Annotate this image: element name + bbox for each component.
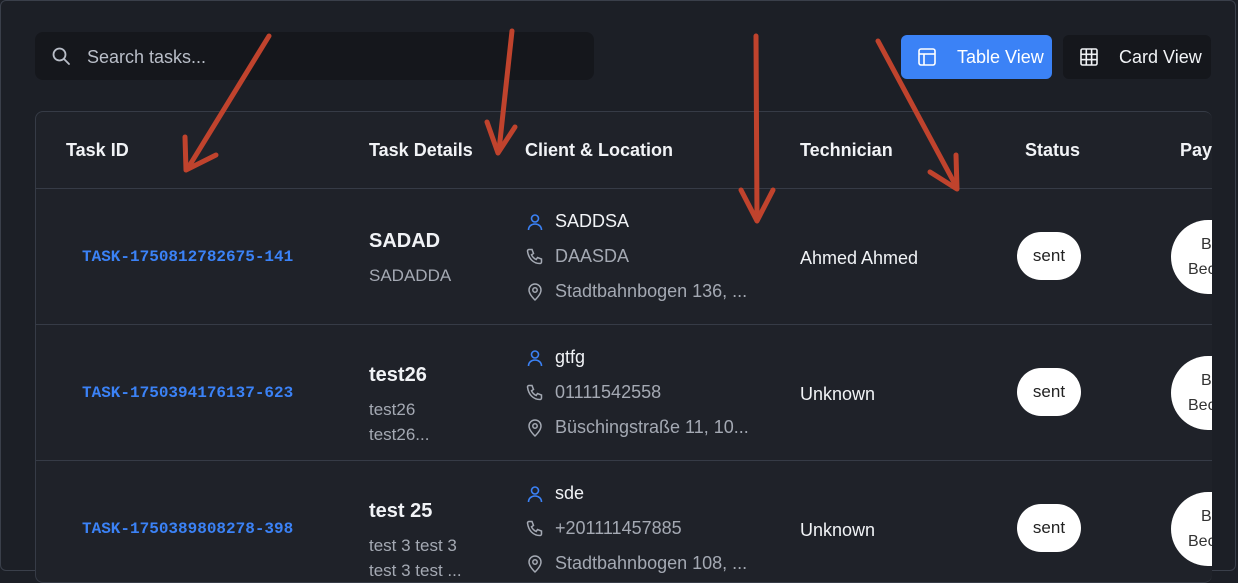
- client-location: Büschingstraße 11, 10...: [525, 417, 749, 438]
- task-description-line: test 3 test 3: [369, 536, 457, 555]
- grid-icon: [1079, 47, 1099, 67]
- header-technician[interactable]: Technician: [800, 140, 893, 161]
- header-task-details[interactable]: Task Details: [369, 140, 473, 161]
- tasks-table: Task ID Task Details Client & Location T…: [35, 111, 1212, 583]
- table-row[interactable]: TASK-1750812782675-141 SADAD SADADDA SAD…: [36, 189, 1212, 324]
- client-location-text: Stadtbahnbogen 136, ...: [555, 281, 748, 301]
- payment-badge-line: Bec: [1188, 533, 1212, 550]
- client-phone: DAASDA: [525, 246, 629, 267]
- client-phone-text: DAASDA: [555, 246, 630, 266]
- user-icon: [525, 348, 545, 368]
- task-id-link[interactable]: TASK-1750389808278-398: [82, 520, 293, 538]
- header-status[interactable]: Status: [1025, 140, 1080, 161]
- payment-badge: B Bec: [1171, 356, 1212, 430]
- client-name: sde: [525, 483, 584, 504]
- payment-badge-line: B: [1201, 236, 1212, 253]
- payment-badge-line: B: [1201, 372, 1212, 389]
- client-phone-text: 01111542558: [555, 382, 662, 402]
- client-location: Stadtbahnbogen 136, ...: [525, 281, 747, 302]
- header-payment[interactable]: Payr: [1180, 140, 1212, 161]
- search-input[interactable]: [85, 32, 579, 82]
- header-task-id[interactable]: Task ID: [66, 140, 129, 161]
- card-view-label: Card View: [1119, 46, 1202, 67]
- payment-badge: B Bec: [1171, 492, 1212, 566]
- table-view-label: Table View: [957, 46, 1044, 67]
- payment-badge: B Bec: [1171, 220, 1212, 294]
- client-name: SADDSA: [525, 211, 629, 232]
- task-description-line: test 3 test ...: [369, 561, 462, 580]
- table-row[interactable]: TASK-1750394176137-623 test26 test26 tes…: [36, 325, 1212, 460]
- task-title: test 25: [369, 500, 433, 522]
- status-badge: sent: [1017, 232, 1081, 280]
- payment-badge-line: Bec: [1188, 261, 1212, 278]
- client-location-text: Büschingstraße 11, 10...: [555, 417, 749, 437]
- task-description-line: test26: [369, 400, 416, 419]
- client-phone: 01111542558: [525, 382, 661, 403]
- status-badge: sent: [1017, 368, 1081, 416]
- client-phone-text: +201111457885: [555, 518, 682, 538]
- task-id-link[interactable]: TASK-1750812782675-141: [82, 248, 293, 266]
- task-description-line: SADADDA: [369, 266, 452, 285]
- task-description-line: test26...: [369, 425, 430, 444]
- search-bar[interactable]: [35, 32, 594, 82]
- user-icon: [525, 484, 545, 504]
- card-view-button[interactable]: Card View: [1063, 35, 1211, 79]
- task-title: SADAD: [369, 230, 441, 252]
- client-name: gtfg: [525, 347, 585, 368]
- client-name-text: gtfg: [555, 347, 586, 367]
- technician-name: Unknown: [800, 384, 876, 404]
- map-pin-icon: [525, 418, 545, 438]
- phone-icon: [525, 519, 545, 539]
- technician-name: Unknown: [800, 520, 876, 540]
- payment-badge-line: Bec: [1188, 397, 1212, 414]
- search-icon: [51, 46, 71, 66]
- client-name-text: sde: [555, 483, 585, 503]
- user-icon: [525, 212, 545, 232]
- task-title: test26: [369, 364, 427, 386]
- header-client-location[interactable]: Client & Location: [525, 140, 673, 161]
- map-pin-icon: [525, 282, 545, 302]
- technician-name: Ahmed Ahmed: [800, 248, 919, 268]
- table-icon: [917, 47, 937, 67]
- table-view-button[interactable]: Table View: [901, 35, 1052, 79]
- payment-badge-line: B: [1201, 508, 1212, 525]
- table-row[interactable]: TASK-1750389808278-398 test 25 test 3 te…: [36, 461, 1212, 582]
- task-id-link[interactable]: TASK-1750394176137-623: [82, 384, 293, 402]
- client-phone: +201111457885: [525, 518, 682, 539]
- client-name-text: SADDSA: [555, 211, 630, 231]
- phone-icon: [525, 383, 545, 403]
- phone-icon: [525, 247, 545, 267]
- status-badge: sent: [1017, 504, 1081, 552]
